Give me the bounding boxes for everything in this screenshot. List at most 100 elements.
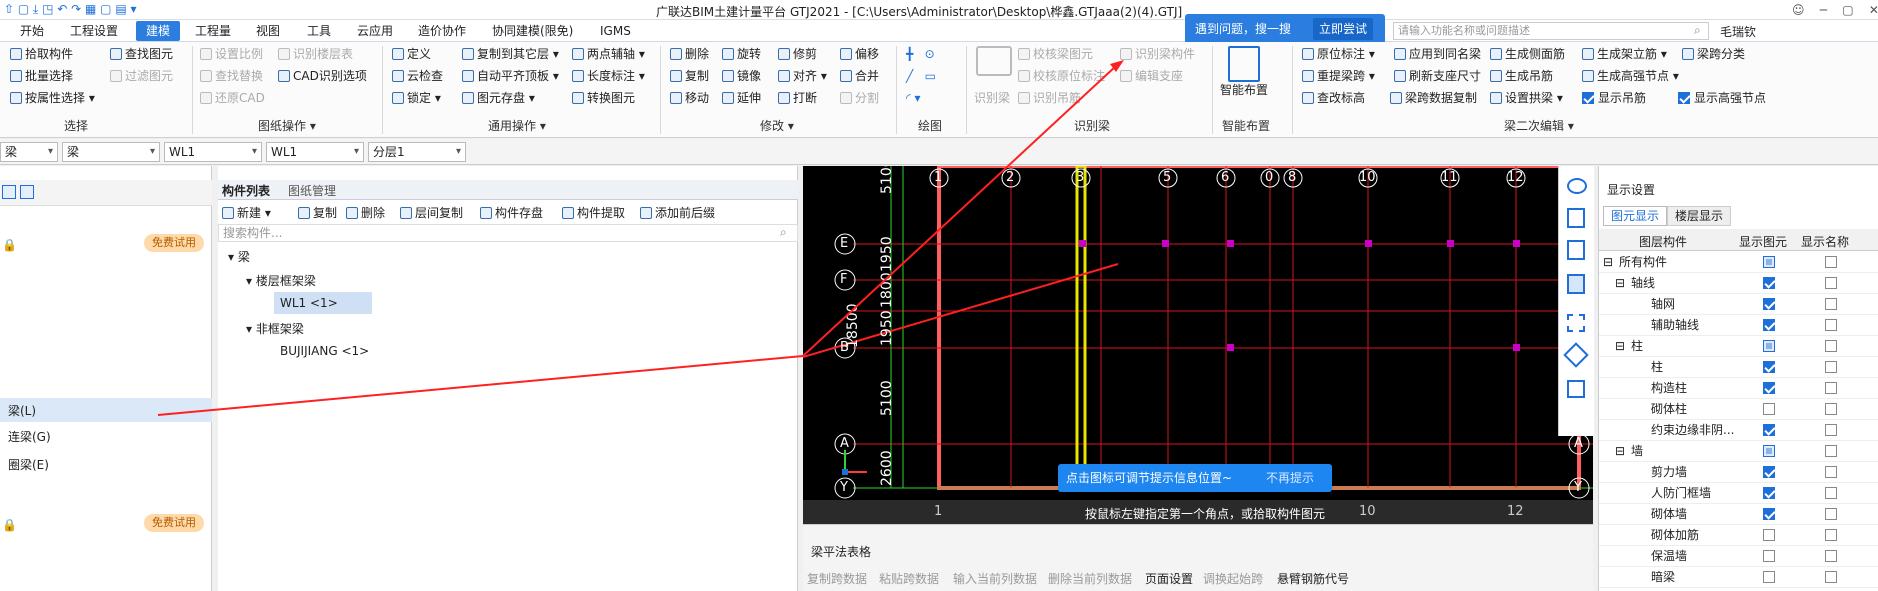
layer-name: 砌体柱 <box>1651 402 1688 416</box>
show-element-checkbox[interactable] <box>1763 445 1775 457</box>
layer-row[interactable]: 人防门框墙 <box>1599 483 1878 504</box>
layer-name: 柱 <box>1651 360 1664 374</box>
layer-name: 柱 <box>1631 339 1644 353</box>
annotation-arrow-line <box>157 355 804 416</box>
input-column-button[interactable]: 输入当前列数据 <box>953 570 1037 587</box>
layer-row[interactable]: 轴网 <box>1599 294 1878 315</box>
show-name-checkbox[interactable] <box>1825 445 1837 457</box>
show-name-checkbox[interactable] <box>1825 403 1837 415</box>
layer-row[interactable]: ⊟ 轴线 <box>1599 273 1878 294</box>
display-settings-panel: 显示设置 图元显示 楼层显示 图层构件 显示图元 显示名称 ⊟ 所有构件 ⊟ 轴线轴网… <box>1598 166 1878 591</box>
view-toolbar <box>1558 166 1594 436</box>
3d-view-icon[interactable] <box>1567 208 1585 228</box>
copy-span-button[interactable]: 复制跨数据 <box>807 570 867 587</box>
layer-name: 人防门框墙 <box>1651 486 1712 500</box>
layer-row[interactable]: 保温墙 <box>1599 546 1878 567</box>
show-element-checkbox[interactable] <box>1763 550 1775 562</box>
show-name-checkbox[interactable] <box>1825 508 1837 520</box>
show-name-checkbox[interactable] <box>1825 256 1837 268</box>
beam-table-title: 梁平法表格 <box>811 545 872 559</box>
expand-toggle-icon[interactable]: ⊟ <box>1615 441 1625 462</box>
layer-row[interactable]: 砌体柱 <box>1599 399 1878 420</box>
layer-row[interactable]: ⊟ 墙 <box>1599 441 1878 462</box>
show-name-checkbox[interactable] <box>1825 277 1837 289</box>
show-name-checkbox[interactable] <box>1825 550 1837 562</box>
show-element-checkbox[interactable] <box>1763 403 1775 415</box>
show-element-checkbox[interactable] <box>1763 571 1775 583</box>
layer-row[interactable]: ⊟ 所有构件 <box>1599 252 1878 273</box>
layer-row[interactable]: 构造柱 <box>1599 378 1878 399</box>
isometric-icon[interactable] <box>1563 342 1589 368</box>
layer-name: 墙 <box>1631 444 1644 458</box>
cantilever-code-button[interactable]: 悬臂钢筋代号 <box>1277 570 1349 587</box>
layer-row[interactable]: 约束边缘非阴... <box>1599 420 1878 441</box>
show-element-checkbox[interactable] <box>1763 382 1775 394</box>
tab-floor-display[interactable]: 楼层显示 <box>1667 206 1731 226</box>
layer-name: 约束边缘非阴... <box>1651 423 1735 437</box>
tab-element-display[interactable]: 图元显示 <box>1603 206 1667 226</box>
layer-name: 砌体墙 <box>1651 507 1688 521</box>
show-element-checkbox[interactable] <box>1763 256 1775 268</box>
beam-table-panel: 梁平法表格 复制跨数据 粘贴跨数据 输入当前列数据 删除当前列数据 页面设置 调… <box>803 524 1593 591</box>
col-header-layer: 图层构件 <box>1639 235 1688 249</box>
top-view-icon[interactable] <box>1567 240 1585 260</box>
show-element-checkbox[interactable] <box>1763 298 1775 310</box>
annotation-arrow-line <box>802 65 1117 357</box>
show-name-checkbox[interactable] <box>1825 382 1837 394</box>
show-element-checkbox[interactable] <box>1763 361 1775 373</box>
show-name-checkbox[interactable] <box>1825 340 1837 352</box>
layer-row[interactable]: 剪力墙 <box>1599 462 1878 483</box>
expand-toggle-icon[interactable]: ⊟ <box>1603 252 1613 273</box>
layer-row[interactable]: 砌体墙 <box>1599 504 1878 525</box>
layer-name: 构造柱 <box>1651 381 1688 395</box>
layer-row[interactable]: ⊟ 柱 <box>1599 336 1878 357</box>
tip-text: 点击图标可调节提示信息位置~ <box>1066 471 1233 485</box>
display-settings-title: 显示设置 <box>1607 183 1656 197</box>
show-name-checkbox[interactable] <box>1825 319 1837 331</box>
expand-toggle-icon[interactable]: ⊟ <box>1615 273 1625 294</box>
page-setup-button[interactable]: 页面设置 <box>1145 570 1193 587</box>
layer-name: 暗梁 <box>1651 570 1676 584</box>
layer-row[interactable]: 柱 <box>1599 357 1878 378</box>
annotation-overlay <box>157 60 1124 416</box>
show-name-checkbox[interactable] <box>1825 571 1837 583</box>
show-name-checkbox[interactable] <box>1825 298 1837 310</box>
layer-tree: ⊟ 所有构件 ⊟ 轴线 轴网 辅助轴线 ⊟ 柱柱构造柱 砌体柱 约束边缘非阴... ⊟ 墙剪力墙 人防门… <box>1599 252 1878 591</box>
display-settings-icon[interactable] <box>1567 380 1585 398</box>
dont-show-again-link[interactable]: 不再提示 <box>1266 464 1314 492</box>
show-name-checkbox[interactable] <box>1825 361 1837 373</box>
table-header: 图层构件 显示图元 显示名称 <box>1599 229 1878 251</box>
layer-row[interactable]: 辅助轴线 <box>1599 315 1878 336</box>
show-element-checkbox[interactable] <box>1763 466 1775 478</box>
show-element-checkbox[interactable] <box>1763 340 1775 352</box>
zoom-extents-icon[interactable] <box>1567 314 1585 332</box>
col-header-name: 显示名称 <box>1801 235 1850 249</box>
col-header-show: 显示图元 <box>1739 235 1788 249</box>
layer-name: 轴线 <box>1631 276 1656 290</box>
layer-name: 保温墙 <box>1651 549 1688 563</box>
swap-start-span-button[interactable]: 调换起始跨 <box>1203 570 1263 587</box>
layer-name: 轴网 <box>1651 297 1676 311</box>
box-view-icon[interactable] <box>1567 274 1585 294</box>
orbit-icon[interactable] <box>1567 178 1587 194</box>
delete-column-button[interactable]: 删除当前列数据 <box>1048 570 1132 587</box>
layer-name: 所有构件 <box>1619 255 1668 269</box>
show-element-checkbox[interactable] <box>1763 487 1775 499</box>
show-element-checkbox[interactable] <box>1763 319 1775 331</box>
paste-span-button[interactable]: 粘贴跨数据 <box>879 570 939 587</box>
show-name-checkbox[interactable] <box>1825 487 1837 499</box>
layer-name: 辅助轴线 <box>1651 318 1700 332</box>
show-element-checkbox[interactable] <box>1763 424 1775 436</box>
layer-name: 剪力墙 <box>1651 465 1688 479</box>
layer-row[interactable]: 砌体加筋 <box>1599 525 1878 546</box>
expand-toggle-icon[interactable]: ⊟ <box>1615 336 1625 357</box>
show-name-checkbox[interactable] <box>1825 424 1837 436</box>
layer-name: 砌体加筋 <box>1651 528 1700 542</box>
show-element-checkbox[interactable] <box>1763 277 1775 289</box>
show-name-checkbox[interactable] <box>1825 529 1837 541</box>
show-element-checkbox[interactable] <box>1763 508 1775 520</box>
layer-row[interactable]: 暗梁 <box>1599 567 1878 588</box>
show-element-checkbox[interactable] <box>1763 529 1775 541</box>
show-name-checkbox[interactable] <box>1825 466 1837 478</box>
tip-popup: 点击图标可调节提示信息位置~ 不再提示 <box>1058 464 1332 492</box>
